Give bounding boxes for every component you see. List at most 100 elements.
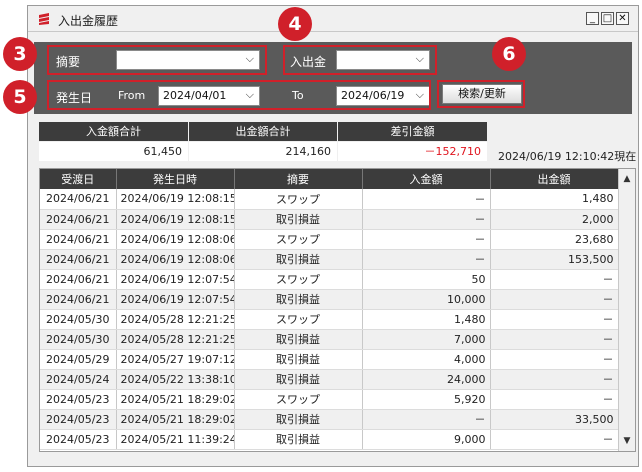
minimize-button[interactable]: _ [586,12,599,25]
column-header-summary[interactable]: 摘要 [234,169,363,189]
deposit-cell: － [362,409,491,430]
close-icon: ✕ [618,13,627,24]
deposit-cell: 10,000 [362,289,491,310]
deposit-total-value: 61,450 [39,142,188,161]
withdrawal-cell: － [490,429,619,450]
occurred-datetime-cell: 2024/05/21 18:29:02 [116,409,235,430]
summary-cell: スワップ [234,309,363,330]
close-button[interactable]: ✕ [616,12,629,25]
scroll-down-icon[interactable]: ▼ [619,433,635,449]
highlight-frame-summary [47,45,267,75]
table-row[interactable]: 2024/05/23 2024/05/21 18:29:02 取引損益－ 33,500 [40,409,619,430]
window-title: 入出金履歴 [58,14,119,28]
deposit-cell: 5,920 [362,389,491,410]
withdrawal-cell: － [490,349,619,370]
table-row[interactable]: 2024/05/23 2024/05/21 11:39:24 取引損益 9,000 － [40,429,619,450]
summary-cell: スワップ [234,389,363,410]
summary-cell: 取引損益 [234,369,363,390]
deposit-cell: － [362,209,491,230]
settlement-date-cell: 2024/05/30 [40,329,117,350]
title-bar[interactable]: 入出金履歴 _ □ ✕ [28,6,638,32]
withdrawal-cell: － [490,309,619,330]
withdrawal-cell: 153,500 [490,249,619,270]
table-row[interactable]: 2024/06/21 2024/06/19 12:08:06 スワップ－ 23,680 [40,229,619,250]
occurred-datetime-cell: 2024/06/19 12:07:54 [116,289,235,310]
highlight-frame-inout [283,45,437,75]
table-row[interactable]: 2024/05/30 2024/05/28 12:21:25 取引損益 7,000 － [40,329,619,350]
withdraw-total-header: 出金額合計 [189,122,337,141]
highlight-frame-search [437,80,525,108]
table-row[interactable]: 2024/06/21 2024/06/19 12:08:15 取引損益－ 2,000 [40,209,619,230]
settlement-date-cell: 2024/05/23 [40,429,117,450]
summary-cell: 取引損益 [234,409,363,430]
deposit-cell: 9,000 [362,429,491,450]
settlement-date-cell: 2024/05/30 [40,309,117,330]
deposit-withdrawal-history-window: 入出金履歴 _ □ ✕ 摘要 ⌵ 入出金 ⌵ 発生日 From 2024/04/… [27,5,639,467]
column-header-occurred-datetime[interactable]: 発生日時 [116,169,235,189]
occurred-datetime-cell: 2024/05/22 13:38:10 [116,369,235,390]
withdraw-total-value: 214,160 [189,142,337,161]
occurred-datetime-cell: 2024/05/27 19:07:12 [116,349,235,370]
as-of-timestamp: 2024/06/19 12:10:42現在 [498,150,637,163]
occurred-datetime-cell: 2024/06/19 12:08:15 [116,209,235,230]
settlement-date-cell: 2024/05/23 [40,389,117,410]
app-logo-icon [39,13,49,25]
table-row[interactable]: 2024/05/30 2024/05/28 12:21:25 スワップ 1,480 － [40,309,619,330]
occurred-datetime-cell: 2024/05/28 12:21:25 [116,309,235,330]
summary-cell: 取引損益 [234,329,363,350]
withdrawal-cell: － [490,269,619,290]
summary-cell: スワップ [234,229,363,250]
column-header-settlement-date[interactable]: 受渡日 [40,169,117,189]
callout-badge-6: 6 [492,37,526,71]
summary-cell: 取引損益 [234,429,363,450]
withdrawal-cell: 1,480 [490,189,619,210]
withdrawal-cell: － [490,389,619,410]
filter-toolbar: 摘要 ⌵ 入出金 ⌵ 発生日 From 2024/04/01 ⌵ To 2024… [34,42,632,114]
summary-cell: スワップ [234,269,363,290]
withdrawal-cell: 33,500 [490,409,619,430]
summary-cell: 取引損益 [234,289,363,310]
occurred-datetime-cell: 2024/05/21 18:29:02 [116,389,235,410]
table-row[interactable]: 2024/06/21 2024/06/19 12:08:15 スワップ－ 1,480 [40,189,619,210]
column-header-deposit[interactable]: 入金額 [362,169,491,189]
summary-cell: スワップ [234,189,363,210]
settlement-date-cell: 2024/06/21 [40,249,117,270]
table-row[interactable]: 2024/05/23 2024/05/21 18:29:02 スワップ 5,920 － [40,389,619,410]
column-header-withdrawal[interactable]: 出金額 [490,169,619,189]
settlement-date-cell: 2024/05/24 [40,369,117,390]
window-bottom-strip [28,452,638,466]
settlement-date-cell: 2024/06/21 [40,269,117,290]
history-table: 受渡日 発生日時 摘要 入金額 出金額 2024/06/21 2024/06/19… [40,169,619,450]
withdrawal-cell: － [490,369,619,390]
settlement-date-cell: 2024/05/23 [40,409,117,430]
maximize-button[interactable]: □ [601,12,614,25]
table-row[interactable]: 2024/06/21 2024/06/19 12:08:06 取引損益－ 153,50… [40,249,619,270]
settlement-date-cell: 2024/06/21 [40,189,117,210]
maximize-icon: □ [602,13,613,24]
settlement-date-cell: 2024/06/21 [40,229,117,250]
scroll-up-icon[interactable]: ▲ [619,171,635,187]
table-row[interactable]: 2024/05/29 2024/05/27 19:07:12 取引損益 4,000 － [40,349,619,370]
deposit-cell: 4,000 [362,349,491,370]
callout-badge-5: 5 [3,80,37,114]
table-row[interactable]: 2024/05/24 2024/05/22 13:38:10 取引損益 24,000 － [40,369,619,390]
deposit-cell: 50 [362,269,491,290]
settlement-date-cell: 2024/06/21 [40,289,117,310]
deposit-cell: － [362,229,491,250]
summary-cell: 取引損益 [234,209,363,230]
table-row[interactable]: 2024/06/21 2024/06/19 12:07:54 スワップ 50 － [40,269,619,290]
withdrawal-cell: 23,680 [490,229,619,250]
deposit-cell: 1,480 [362,309,491,330]
occurred-datetime-cell: 2024/05/21 11:39:24 [116,429,235,450]
summary-cell: 取引損益 [234,249,363,270]
occurred-datetime-cell: 2024/06/19 12:08:15 [116,189,235,210]
difference-value: －152,710 [338,142,487,161]
occurred-datetime-cell: 2024/06/19 12:07:54 [116,269,235,290]
vertical-scrollbar[interactable]: ▲ ▼ [618,169,635,451]
table-row[interactable]: 2024/06/21 2024/06/19 12:07:54 取引損益 10,000 － [40,289,619,310]
callout-badge-3: 3 [3,37,37,71]
summary-cell: 取引損益 [234,349,363,370]
occurred-datetime-cell: 2024/06/19 12:08:06 [116,249,235,270]
occurred-datetime-cell: 2024/05/28 12:21:25 [116,329,235,350]
minimize-icon: _ [590,13,595,24]
